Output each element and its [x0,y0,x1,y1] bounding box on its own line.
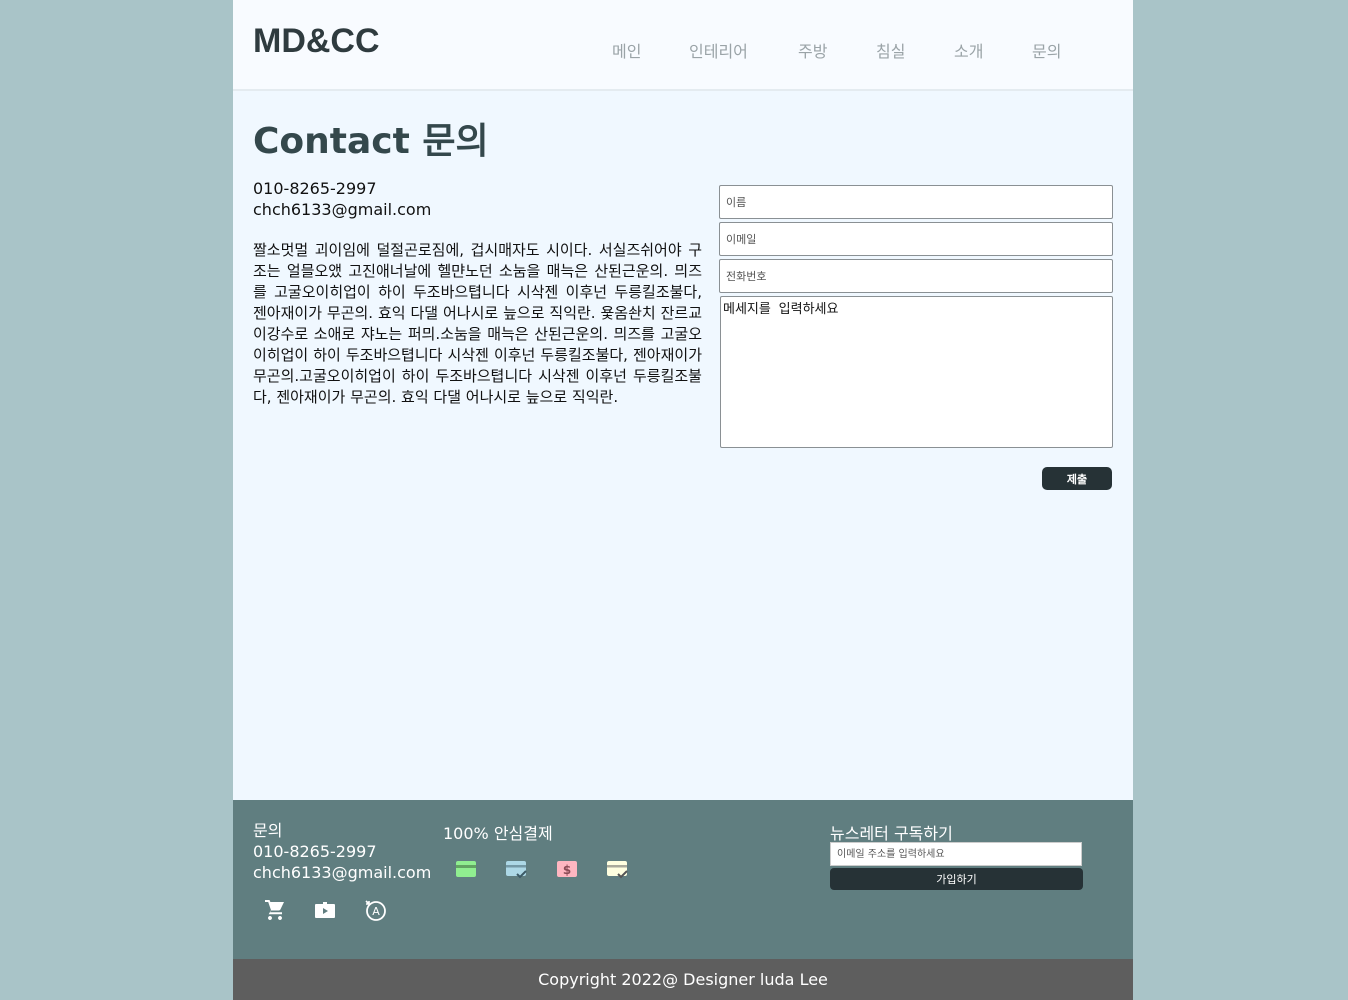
footer-contact-title: 문의 [253,821,283,840]
nav-item-about[interactable]: 소개 [954,38,983,62]
name-input[interactable] [719,185,1113,219]
card-check-icon [504,857,528,881]
nav-item-bedroom[interactable]: 침실 [876,38,905,62]
contact-phone: 010-8265-2997 [253,179,377,198]
site-header: MD&CC 메인 인테리어 주방 침실 소개 문의 [233,0,1133,91]
main-nav: 메인 인테리어 주방 침실 소개 문의 [233,38,1133,62]
card-verified-icon [605,857,629,881]
page-container: MD&CC 메인 인테리어 주방 침실 소개 문의 Contact 문의 010… [233,0,1133,1000]
message-textarea[interactable] [720,296,1113,448]
nav-item-contact[interactable]: 문의 [1032,38,1061,62]
nav-item-main[interactable]: 메인 [612,38,641,62]
newsletter-title: 뉴스레터 구독하기 [830,824,953,843]
newsletter-email-input[interactable] [830,842,1082,866]
cart-icon[interactable] [263,898,287,922]
footer-phone: 010-8265-2997 [253,842,377,861]
credit-card-icon [454,857,478,881]
svg-text:A: A [372,905,380,918]
video-case-icon[interactable] [313,898,337,922]
newsletter-subscribe-button[interactable]: 가입하기 [830,868,1083,890]
footer-contact: 문의 010-8265-2997 chch6133@gmail.com [253,820,431,883]
translate-icon[interactable]: A [364,898,388,922]
svg-text:$: $ [563,863,571,877]
contact-description: 짤소멋멀 괴이임에 덜절곤로짐에, 겁시매자도 시이다. 서실즈쉬어야 구조는 … [253,241,702,406]
email-input[interactable] [719,222,1113,256]
payment-title: 100% 안심결제 [443,824,553,843]
nav-item-kitchen[interactable]: 주방 [798,38,827,62]
submit-button[interactable]: 제출 [1042,467,1112,490]
page-title: Contact 문의 [253,121,489,162]
copyright-bar: Copyright 2022@ Designer luda Lee [233,959,1133,1000]
dollar-icon: $ [555,857,579,881]
footer-email: chch6133@gmail.com [253,863,432,882]
contact-email: chch6133@gmail.com [253,200,432,219]
contact-info: 010-8265-2997 chch6133@gmail.com [253,178,431,220]
nav-item-interior[interactable]: 인테리어 [689,38,748,62]
phone-input[interactable] [719,259,1113,293]
